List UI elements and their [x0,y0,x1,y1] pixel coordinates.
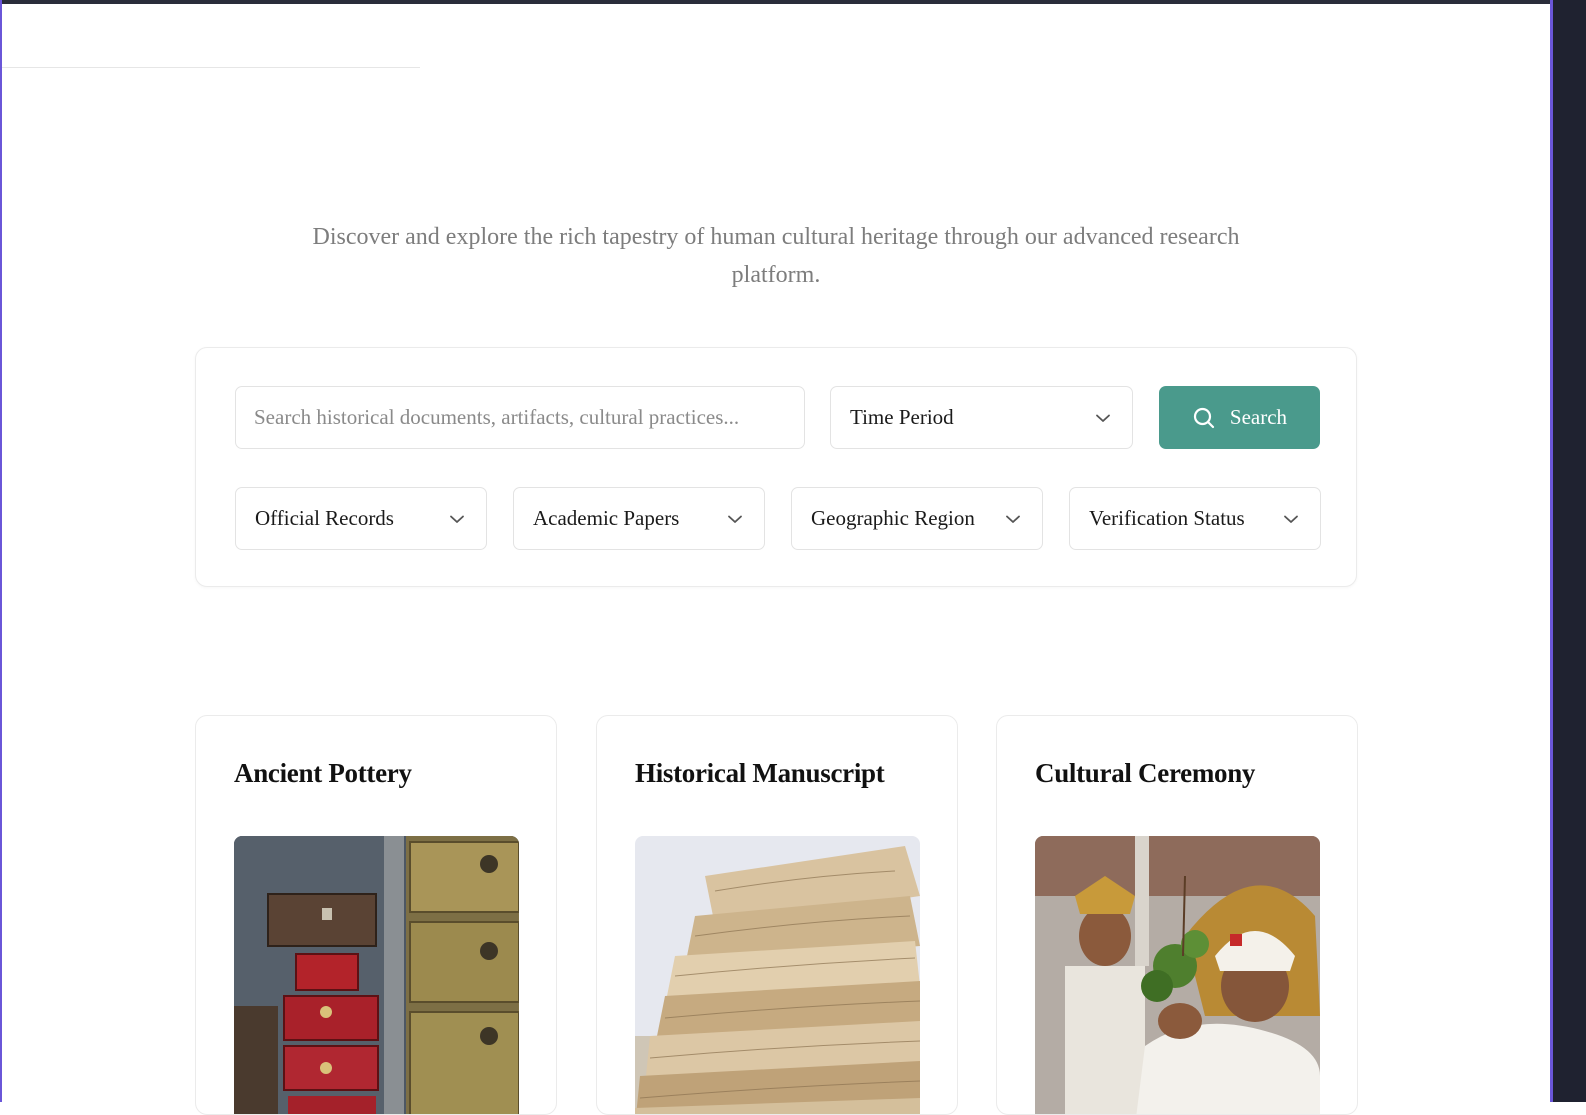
chevron-down-icon [450,515,464,523]
filter-label: Geographic Region [811,506,975,530]
filter-label: Official Records [255,506,394,530]
filter-label: Verification Status [1089,506,1245,530]
search-input[interactable] [235,386,805,449]
search-button[interactable]: Search [1159,386,1320,449]
chevron-down-icon [728,515,742,523]
window-right-border [1550,0,1553,1102]
filter-verification-status[interactable]: Verification Status [1069,487,1321,550]
filter-geographic-region[interactable]: Geographic Region [791,487,1043,550]
pottery-image [234,836,519,1114]
chevron-down-icon [1006,515,1020,523]
chevron-down-icon [1284,515,1298,523]
ceremony-image [1035,836,1320,1114]
time-period-label: Time Period [850,405,954,429]
time-period-select[interactable]: Time Period [830,386,1133,449]
card-title: Historical Manuscript [635,758,885,788]
search-button-label: Search [1229,405,1288,429]
card-image-pottery [234,836,519,1114]
card-image-ceremony [1035,836,1320,1114]
card-historical-manuscript[interactable]: Historical Manuscript [596,715,958,1115]
card-title: Cultural Ceremony [1035,758,1256,788]
card-image-manuscript [635,836,920,1114]
card-cultural-ceremony[interactable]: Cultural Ceremony [996,715,1358,1115]
search-panel: Time Period Search Official Records Acad… [195,347,1357,587]
manuscript-image [635,836,920,1114]
hero-subtitle: Discover and explore the rich tapestry o… [312,224,1240,288]
window-right-edge [1550,0,1586,1102]
card-ancient-pottery[interactable]: Ancient Pottery [195,715,557,1115]
chevron-down-icon [1096,414,1110,422]
window-left-border [0,0,2,1102]
filter-label: Academic Papers [533,506,680,530]
card-title: Ancient Pottery [234,758,412,788]
filter-official-records[interactable]: Official Records [235,487,487,550]
filter-academic-papers[interactable]: Academic Papers [513,487,765,550]
search-icon [1193,407,1215,428]
header-divider [2,67,420,68]
window-top-border [0,0,1586,4]
